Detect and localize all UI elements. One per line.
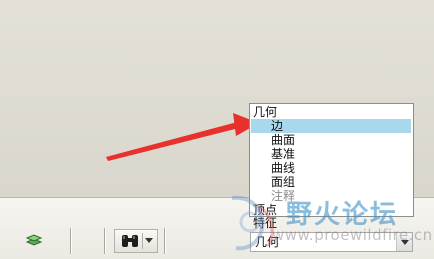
- list-item[interactable]: 基准: [271, 147, 295, 161]
- list-item[interactable]: 注释: [271, 189, 295, 203]
- dropdown-button[interactable]: [396, 233, 412, 251]
- list-item[interactable]: 特征: [253, 216, 277, 230]
- geometry-filter-list[interactable]: 几何 边 曲面 基准 曲线 面组 注释 顶点: [249, 103, 414, 217]
- list-item[interactable]: 曲面: [271, 133, 295, 147]
- toolbar-separator: [104, 228, 106, 254]
- layer-icon: [25, 234, 43, 246]
- list-item-selected[interactable]: 边: [251, 119, 411, 133]
- chevron-down-icon: [400, 239, 409, 245]
- toolbar-separator: [164, 228, 166, 254]
- toolbar-separator: [70, 228, 72, 254]
- layer-button[interactable]: [24, 231, 44, 249]
- selected-value: 几何: [255, 235, 280, 249]
- find-button[interactable]: [114, 229, 158, 253]
- chevron-down-icon: [144, 238, 153, 243]
- binoculars-icon: [121, 235, 138, 247]
- list-item[interactable]: 曲线: [271, 161, 295, 175]
- list-item[interactable]: 几何: [253, 105, 277, 119]
- list-item[interactable]: 面组: [271, 175, 295, 189]
- geometry-filter-select[interactable]: 几何: [250, 232, 413, 252]
- list-item[interactable]: 顶点: [253, 203, 277, 217]
